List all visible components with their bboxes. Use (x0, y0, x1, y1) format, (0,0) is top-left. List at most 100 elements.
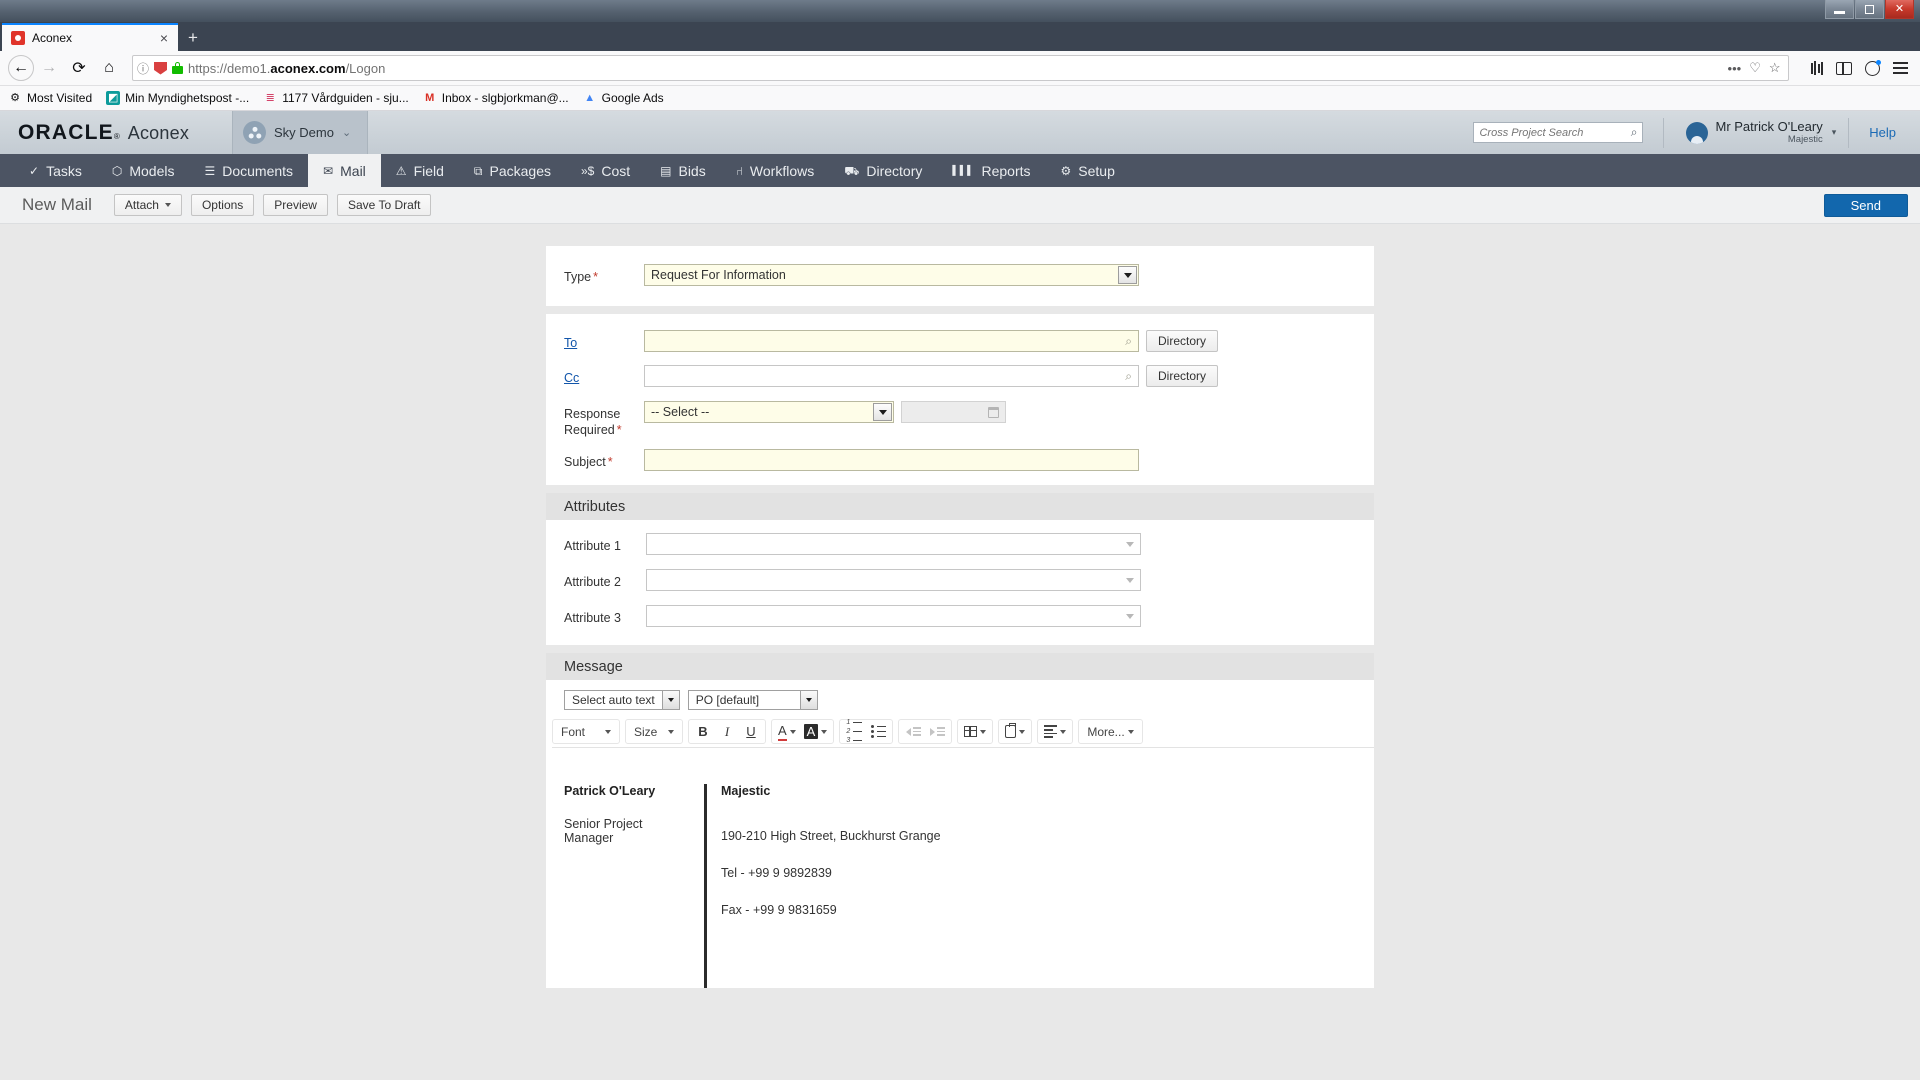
cc-input[interactable] (644, 365, 1139, 387)
nav-item-models[interactable]: ⬡ Models (97, 154, 190, 187)
window-maximize-button[interactable] (1855, 0, 1884, 19)
nav-item-mail[interactable]: ✉ Mail (308, 154, 381, 187)
to-input[interactable] (644, 330, 1139, 352)
nav-item-workflows[interactable]: ⑁ Workflows (721, 154, 830, 187)
nav-item-directory[interactable]: ⛟ Directory (829, 154, 937, 187)
nav-item-setup[interactable]: ⚙ Setup (1046, 154, 1130, 187)
lock-icon[interactable] (172, 62, 184, 74)
user-menu[interactable]: Mr Patrick O'Leary Majestic ▾ (1663, 117, 1848, 148)
attribute-2-select[interactable] (646, 569, 1141, 591)
home-icon[interactable]: ⌂ (94, 53, 124, 83)
chevron-down-icon[interactable] (873, 403, 892, 421)
attribute-1-select[interactable] (646, 533, 1141, 555)
numbered-list-button[interactable]: 123 (842, 719, 866, 744)
project-selector[interactable]: Sky Demo ⌄ (232, 111, 368, 154)
nav-item-field[interactable]: ⚠ Field (381, 154, 459, 187)
chevron-down-icon[interactable] (1120, 535, 1139, 553)
shield-icon[interactable] (154, 61, 168, 75)
italic-button[interactable]: I (715, 720, 739, 743)
signature-role: Senior Project Manager (564, 817, 643, 845)
cross-project-search[interactable]: ⌕ (1473, 122, 1644, 143)
outdent-button[interactable] (901, 720, 925, 743)
more-button[interactable]: More... (1081, 720, 1139, 743)
bookmark-google-ads[interactable]: ▲ Google Ads (583, 91, 664, 105)
chevron-down-icon (605, 729, 611, 734)
search-icon[interactable]: ⌕ (1631, 125, 1638, 140)
underline-button[interactable]: U (739, 720, 763, 743)
menu-icon[interactable] (1893, 62, 1908, 74)
window-controls: ✕ (1824, 0, 1914, 20)
chevron-down-icon[interactable] (799, 691, 817, 709)
bulleted-list-button[interactable] (866, 720, 890, 743)
chevron-down-icon[interactable] (1120, 607, 1139, 625)
bookmark-star-icon[interactable]: ☆ (1769, 60, 1781, 76)
nav-item-cost[interactable]: »$ Cost (566, 154, 645, 187)
nav-item-documents[interactable]: ☰ Documents (189, 154, 308, 187)
response-required-select[interactable]: -- Select -- (644, 401, 894, 423)
search-input[interactable] (1479, 126, 1631, 139)
bookmark-label: Google Ads (601, 91, 664, 105)
reload-icon[interactable]: ⟳ (64, 53, 94, 83)
help-link[interactable]: Help (1848, 117, 1920, 148)
chevron-down-icon[interactable] (1120, 571, 1139, 589)
window-close-button[interactable]: ✕ (1885, 0, 1914, 19)
close-icon[interactable]: × (156, 30, 172, 46)
response-date-field[interactable] (901, 401, 1006, 423)
to-link[interactable]: To (564, 336, 577, 350)
font-select[interactable]: Font (555, 720, 617, 743)
nav-item-packages[interactable]: ⧉ Packages (459, 154, 566, 187)
nav-item-reports[interactable]: ▌▌▌ Reports (937, 154, 1045, 187)
page-actions-icon[interactable]: ••• (1728, 61, 1742, 76)
sidebar-icon[interactable] (1836, 61, 1852, 75)
new-tab-button[interactable]: + (178, 23, 208, 51)
subject-input[interactable] (644, 449, 1139, 471)
back-icon[interactable]: ← (8, 55, 34, 81)
bold-button[interactable]: B (691, 720, 715, 743)
nav-item-tasks[interactable]: ✓ Tasks (14, 154, 97, 187)
url-bar[interactable]: ⓘ https://demo1.aconex.com/Logon ••• ♡ ☆ (132, 55, 1789, 81)
attribute-2-label: Attribute 2 (564, 575, 621, 589)
page-info-icon[interactable]: ⓘ (137, 60, 149, 77)
to-directory-button[interactable]: Directory (1146, 330, 1219, 352)
nav-item-bids[interactable]: ▤ Bids (645, 154, 721, 187)
save-to-draft-button[interactable]: Save To Draft (336, 194, 432, 216)
calendar-icon[interactable] (988, 406, 999, 418)
account-icon[interactable] (1865, 59, 1881, 76)
gmail-icon: M (425, 91, 435, 104)
browser-tab-aconex[interactable]: Aconex × (2, 23, 178, 51)
auto-text-select[interactable]: Select auto text (564, 690, 680, 710)
options-button[interactable]: Options (190, 194, 255, 216)
to-label: To (564, 330, 642, 351)
url-bar-actions: ••• ♡ ☆ (1728, 60, 1784, 76)
library-icon[interactable] (1810, 61, 1823, 75)
template-select[interactable]: PO [default] (687, 690, 818, 710)
bookmark-most-visited[interactable]: ⚙ Most Visited (8, 91, 92, 105)
font-label: Font (561, 724, 586, 739)
cc-directory-button[interactable]: Directory (1146, 365, 1219, 387)
align-button[interactable] (1040, 720, 1070, 743)
preview-button[interactable]: Preview (263, 194, 328, 216)
chevron-down-icon[interactable] (1118, 266, 1137, 284)
message-body-editor[interactable]: Patrick O'Leary Senior Project Manager M… (546, 748, 1374, 988)
chevron-down-icon[interactable] (661, 691, 679, 709)
table-button[interactable] (960, 720, 990, 743)
text-color-button[interactable]: A (774, 720, 800, 743)
size-select[interactable]: Size (628, 720, 680, 743)
myndighetspost-icon: ◩ (106, 91, 121, 105)
indent-button[interactable] (925, 720, 949, 743)
bookmark-vardguiden[interactable]: ≣ 1177 Vårdguiden - sju... (263, 91, 409, 105)
attach-button[interactable]: Attach (113, 194, 182, 216)
search-icon[interactable]: ⌕ (1125, 369, 1132, 384)
forward-icon[interactable]: → (34, 53, 64, 83)
send-button[interactable]: Send (1823, 193, 1908, 217)
cc-link[interactable]: Cc (564, 371, 579, 385)
paste-button[interactable] (1001, 720, 1029, 743)
bookmark-myndighetspost[interactable]: ◩ Min Myndighetspost -... (106, 91, 249, 105)
highlight-color-button[interactable]: A (800, 720, 832, 743)
pocket-icon[interactable]: ♡ (1749, 60, 1761, 76)
window-minimize-button[interactable] (1825, 0, 1854, 19)
type-select[interactable]: Request For Information (644, 264, 1139, 286)
search-icon[interactable]: ⌕ (1125, 334, 1132, 349)
bookmark-inbox[interactable]: M Inbox - slgbjorkman@... (423, 91, 569, 105)
attribute-3-select[interactable] (646, 605, 1141, 627)
